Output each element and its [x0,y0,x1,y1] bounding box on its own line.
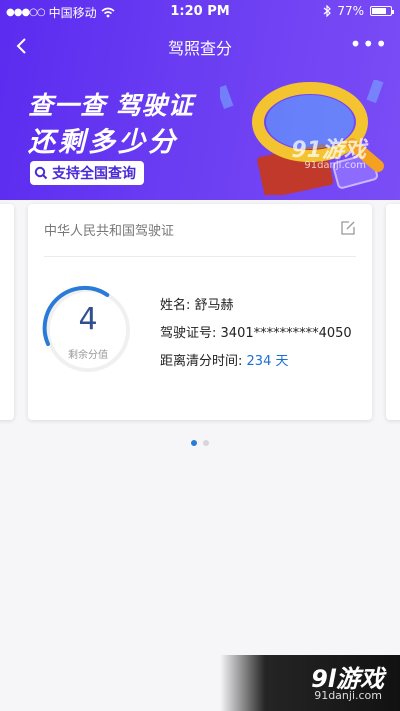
header-area: ●●●○○ 中国移动 1:20 PM 77% 驾照查分 ••• 查一查 驾驶证 … [0,0,400,200]
edit-icon[interactable] [340,220,356,236]
pager-dot[interactable] [191,440,197,446]
status-bar: ●●●○○ 中国移动 1:20 PM 77% [0,0,400,24]
banner-headline-2: 还剩多少分 [28,127,178,158]
nationwide-query-button[interactable]: 支持全国查询 [30,161,144,185]
nationwide-query-label: 支持全国查询 [52,166,136,182]
license-number-label: 驾驶证号: [160,326,217,341]
license-card-title: 中华人民共和国驾驶证 [44,224,175,239]
name-row: 姓名: 舒马赫 [160,294,234,313]
battery-fill [372,8,386,14]
watermark-logo: 91游戏 91danji.com [291,138,366,171]
remaining-points-label: 剩余分值 [68,350,108,361]
clear-time-value: 234 天 [246,354,289,369]
name-label: 姓名: [160,298,191,313]
pager-dot[interactable] [203,440,209,446]
carousel-pager [0,440,400,446]
banner-headline-1: 查一查 驾驶证 [28,91,194,120]
name-value: 舒马赫 [194,298,234,313]
footer-watermark-url: 91danji.com [314,689,382,702]
nav-bar: 驾照查分 ••• [0,24,400,68]
search-icon [34,166,48,180]
footer-watermark: 9l游戏 91danji.com [220,655,400,711]
divider [44,256,356,257]
license-card[interactable]: 中华人民共和国驾驶证 4 剩余分值 姓名: 舒马赫 驾驶证号: 3401****… [28,204,372,420]
prev-card-peek[interactable] [0,204,14,420]
clear-time-label: 距离清分时间: [160,354,243,369]
license-number-value: 3401**********4050 [220,326,352,341]
bluetooth-icon [323,5,332,17]
battery-icon [370,6,394,16]
page-title: 驾照查分 [167,39,232,58]
remaining-points: 4 [78,302,98,337]
battery-percent: 77% [337,4,364,18]
license-number-row: 驾驶证号: 3401**********4050 [160,322,352,341]
more-icon[interactable]: ••• [350,32,388,56]
next-card-peek[interactable] [386,204,400,420]
clear-time-row: 距离清分时间: 234 天 [160,350,288,369]
